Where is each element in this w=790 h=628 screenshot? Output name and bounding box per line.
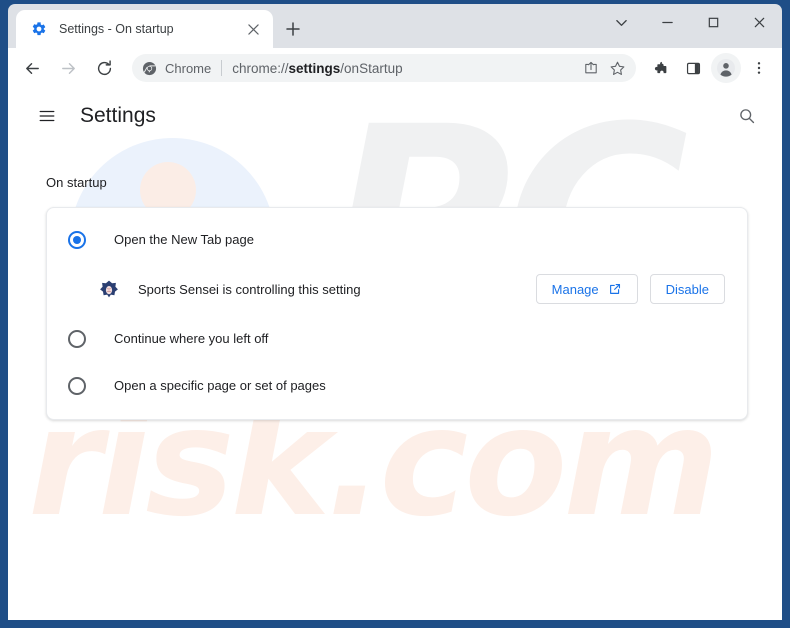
tab-search-chevron-icon[interactable] [598, 4, 644, 40]
radio-button-new-tab-page[interactable] [68, 230, 86, 249]
browser-toolbar: Chrome chrome://settings/onStartup [8, 48, 782, 88]
window-controls [598, 4, 782, 48]
close-icon[interactable] [736, 4, 782, 40]
hamburger-menu-icon[interactable] [30, 99, 64, 133]
maximize-icon[interactable] [690, 4, 736, 40]
minimize-icon[interactable] [644, 4, 690, 40]
bookmark-star-icon[interactable] [604, 55, 630, 81]
on-startup-card: Open the New Tab page Sports Sensei is c… [46, 207, 748, 420]
extensions-puzzle-icon[interactable] [645, 53, 675, 83]
external-link-icon [608, 282, 622, 296]
radio-button-continue-where-left-off[interactable] [68, 329, 86, 348]
settings-header: Settings [8, 88, 782, 144]
extension-controlling-text: Sports Sensei is controlling this settin… [138, 281, 361, 297]
back-arrow-icon[interactable] [16, 52, 48, 84]
manage-button-label: Manage [551, 281, 599, 297]
share-icon[interactable] [578, 55, 604, 81]
tab-title: Settings - On startup [59, 22, 174, 36]
radio-label-new-tab-page: Open the New Tab page [114, 232, 254, 247]
radio-option-new-tab-page[interactable]: Open the New Tab page [47, 216, 747, 263]
settings-gear-icon [30, 21, 47, 38]
radio-option-continue-where-left-off[interactable]: Continue where you left off [47, 315, 747, 362]
profile-avatar-icon[interactable] [711, 53, 741, 83]
omnibox-url-text: chrome://settings/onStartup [232, 60, 403, 76]
radio-label-continue-where-left-off: Continue where you left off [114, 331, 269, 346]
section-label-on-startup: On startup [46, 175, 107, 190]
tab-close-icon[interactable] [244, 20, 263, 39]
disable-button-label: Disable [665, 281, 709, 297]
chrome-logo-icon [142, 61, 157, 76]
tab-strip: Settings - On startup [8, 4, 782, 48]
manage-button[interactable]: Manage [535, 274, 638, 304]
reload-icon[interactable] [88, 52, 120, 84]
new-tab-button[interactable] [280, 16, 306, 42]
address-bar[interactable]: Chrome chrome://settings/onStartup [132, 54, 636, 82]
radio-button-specific-pages[interactable] [68, 376, 86, 395]
side-panel-icon[interactable] [678, 53, 708, 83]
page-title: Settings [80, 104, 156, 127]
omnibox-chip-label: Chrome [165, 60, 212, 76]
three-dot-menu-icon[interactable] [744, 53, 774, 83]
omnibox-chrome-chip: Chrome [142, 61, 211, 76]
settings-page: PC risk.com Settings On startup Open th [8, 88, 782, 620]
radio-option-specific-pages[interactable]: Open a specific page or set of pages [47, 362, 747, 409]
browser-window: Settings - On startup Chrome chrome://se… [0, 0, 790, 628]
radio-label-specific-pages: Open a specific page or set of pages [114, 378, 326, 393]
forward-arrow-icon [52, 52, 84, 84]
extension-controlling-row: Sports Sensei is controlling this settin… [47, 263, 747, 315]
omnibox-divider [221, 60, 223, 76]
search-icon[interactable] [730, 99, 764, 133]
disable-button[interactable]: Disable [649, 274, 725, 304]
browser-tab-settings[interactable]: Settings - On startup [16, 10, 273, 48]
sports-sensei-extension-icon [99, 279, 119, 299]
